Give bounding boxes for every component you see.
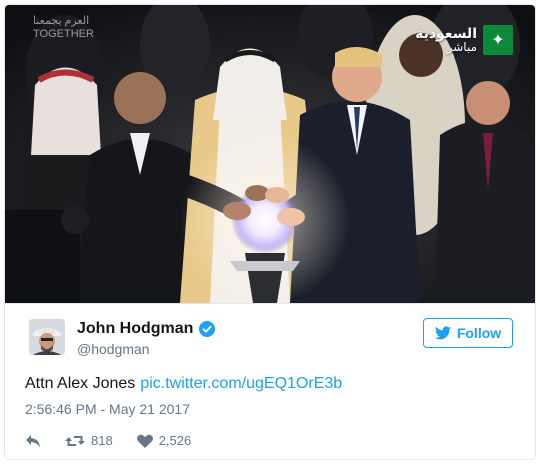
tweet-text: Attn Alex Jones pic.twitter.com/ugEQ1OrE3…	[25, 375, 342, 393]
heart-icon	[136, 434, 153, 448]
palm-emblem-icon: ✦	[483, 25, 513, 55]
like-count: 2,526	[158, 433, 192, 448]
author-handle[interactable]: @hodgman	[77, 341, 150, 357]
display-name[interactable]: John Hodgman	[77, 320, 193, 338]
reply-button[interactable]	[25, 434, 41, 448]
retweet-button[interactable]: 818	[65, 433, 113, 448]
tweet-actions: 818 2,526	[25, 433, 215, 448]
retweet-count: 818	[91, 433, 113, 448]
channel-live-label: مباشر	[446, 40, 477, 55]
follow-label: Follow	[456, 325, 502, 341]
reply-icon	[26, 434, 40, 447]
verified-badge-icon	[199, 321, 216, 337]
divider	[5, 303, 535, 304]
like-button[interactable]: 2,526	[136, 433, 192, 448]
channel-name: السعودية	[415, 25, 477, 41]
event-watermark: العزم يجمعنا TOGETHER	[33, 15, 94, 41]
avatar[interactable]	[29, 319, 65, 355]
tweet-photo[interactable]: العزم يجمعنا TOGETHER السعودية مباشر ✦	[5, 5, 535, 303]
tweet-media-link[interactable]: pic.twitter.com/ugEQ1OrE3b	[140, 375, 342, 392]
follow-button[interactable]: Follow	[423, 318, 513, 348]
twitter-bird-icon	[434, 326, 451, 340]
tweet-body: Attn Alex Jones	[25, 375, 136, 392]
author-name[interactable]: John Hodgman	[77, 320, 216, 338]
avatar-image	[29, 319, 65, 355]
retweet-icon	[65, 435, 85, 446]
tweet-timestamp[interactable]: 2:56:46 PM - May 21 2017	[25, 401, 190, 417]
channel-logo: السعودية مباشر ✦	[415, 25, 513, 55]
tweet-card: العزم يجمعنا TOGETHER السعودية مباشر ✦ J…	[4, 4, 536, 460]
